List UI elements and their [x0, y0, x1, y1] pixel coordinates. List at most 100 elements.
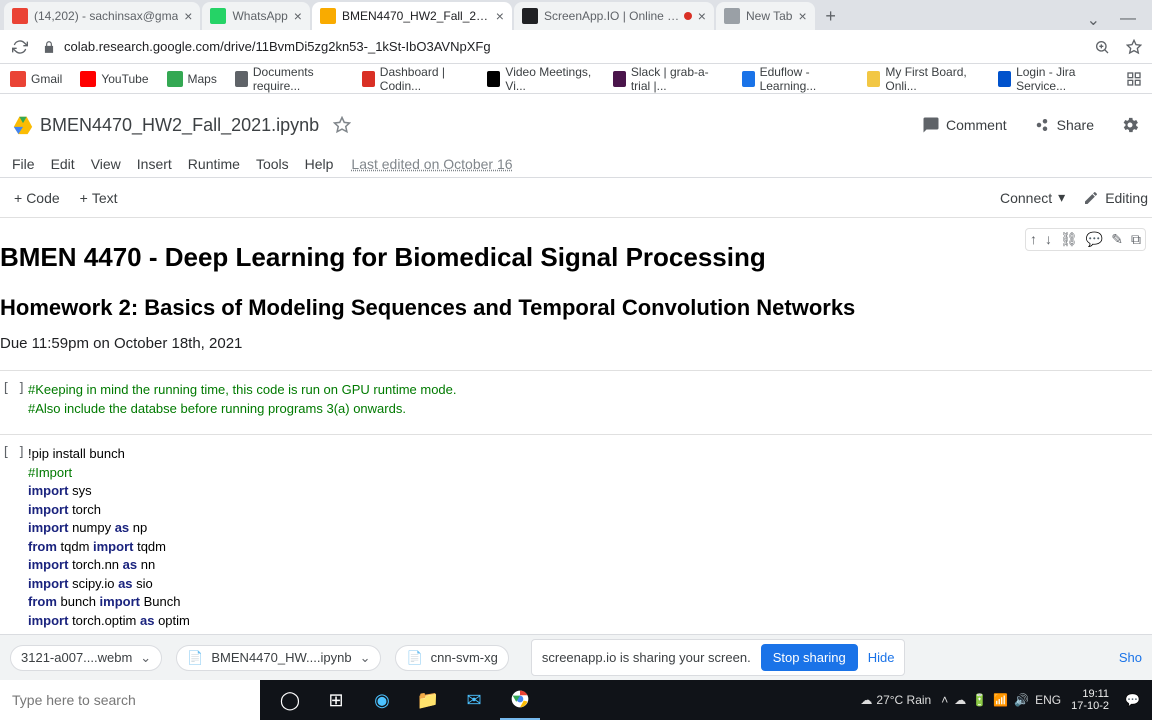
chevron-down-icon[interactable]: ⌄ [360, 650, 371, 666]
menu-tools[interactable]: Tools [248, 154, 297, 174]
menu-help[interactable]: Help [297, 154, 342, 174]
code-body[interactable]: #Keeping in mind the running time, this … [28, 381, 457, 418]
chevron-down-icon[interactable]: ⌄ [1087, 10, 1100, 30]
mail-icon[interactable]: ✉ [454, 680, 494, 720]
code-line: !pip install bunch [28, 446, 125, 461]
edge-icon[interactable]: ◉ [362, 680, 402, 720]
notebook-title[interactable]: BMEN4470_HW2_Fall_2021.ipynb [40, 115, 319, 136]
show-all-button[interactable]: Sho [1119, 650, 1142, 665]
reading-list-icon[interactable] [1126, 71, 1142, 87]
bookmark-board[interactable]: My First Board, Onli... [867, 65, 980, 93]
bookmark-label: Dashboard | Codin... [380, 65, 470, 93]
chevron-down-icon[interactable]: ⌄ [140, 650, 151, 666]
download-item[interactable]: 📄BMEN4470_HW....ipynb⌄ [176, 645, 381, 671]
windows-taskbar: Type here to search ◯ ⊞ ◉ 📁 ✉ ☁27°C Rain… [0, 680, 1152, 720]
minimize-icon[interactable]: — [1120, 10, 1136, 30]
cell-gutter[interactable]: [ ] [0, 381, 28, 418]
browser-tab[interactable]: ScreenApp.IO | Online Scree × [514, 2, 714, 30]
bookmark-label: Maps [188, 72, 217, 86]
lock-icon[interactable] [42, 40, 56, 54]
move-down-icon[interactable]: ↓ [1045, 231, 1052, 248]
notifications-icon[interactable]: 💬 [1119, 693, 1146, 707]
volume-icon[interactable]: 🔊 [1014, 693, 1029, 707]
menu-view[interactable]: View [83, 154, 129, 174]
comment-button[interactable]: Comment [922, 116, 1007, 134]
bookmark-label: Login - Jira Service... [1016, 65, 1108, 93]
address-input[interactable] [64, 39, 1094, 54]
bookmark-youtube[interactable]: YouTube [80, 71, 148, 87]
bookmark-dashboard[interactable]: Dashboard | Codin... [362, 65, 470, 93]
close-icon[interactable]: × [184, 8, 192, 24]
browser-tab[interactable]: New Tab × [716, 2, 815, 30]
add-text-button[interactable]: +Text [70, 186, 128, 210]
connect-button[interactable]: Connect ▾ [994, 185, 1071, 210]
code-cell[interactable]: [ ] !pip install bunch #Import import sy… [0, 435, 1152, 659]
last-edit-status[interactable]: Last edited on October 16 [351, 156, 512, 172]
browser-tab[interactable]: WhatsApp × [202, 2, 310, 30]
edit-icon[interactable]: ✎ [1111, 231, 1123, 248]
code-body[interactable]: !pip install bunch #Import import sys im… [28, 445, 216, 649]
download-item[interactable]: 📄cnn-svm-xg [395, 645, 508, 671]
bookmark-slack[interactable]: Slack | grab-a-trial |... [613, 65, 724, 93]
tab-favicon [320, 8, 336, 24]
link-icon[interactable]: ⛓ [1060, 231, 1078, 248]
taskbar-search[interactable]: Type here to search [0, 680, 260, 720]
menu-runtime[interactable]: Runtime [180, 154, 248, 174]
notebook-toolbar: +Code +Text Connect ▾ Editing [0, 178, 1152, 218]
new-tab-button[interactable]: + [817, 2, 845, 30]
cell-gutter[interactable]: [ ] [0, 445, 28, 649]
code-cell[interactable]: [ ] #Keeping in mind the running time, t… [0, 371, 1152, 428]
comment-icon[interactable]: 💬 [1086, 231, 1103, 248]
close-icon[interactable]: × [496, 8, 504, 24]
browser-tab-active[interactable]: BMEN4470_HW2_Fall_2021.ipynb × [312, 2, 512, 30]
move-up-icon[interactable]: ↑ [1030, 231, 1037, 248]
bookmark-documents[interactable]: Documents require... [235, 65, 344, 93]
menu-edit[interactable]: Edit [43, 154, 83, 174]
plus-icon: + [80, 190, 88, 206]
zoom-icon[interactable] [1094, 39, 1110, 55]
close-icon[interactable]: × [698, 8, 706, 24]
tray-icons[interactable]: ˄ ☁ 🔋 📶 🔊 ENG [941, 693, 1061, 707]
chrome-icon[interactable] [500, 680, 540, 720]
star-icon[interactable] [333, 116, 351, 134]
bookmark-eduflow[interactable]: Eduflow - Learning... [742, 65, 850, 93]
language-indicator[interactable]: ENG [1035, 693, 1061, 707]
task-view-icon[interactable]: ⊞ [316, 680, 356, 720]
share-banner-text: screenapp.io is sharing your screen. [542, 650, 751, 665]
add-code-button[interactable]: +Code [4, 186, 70, 210]
wifi-icon[interactable]: 📶 [993, 693, 1008, 707]
bookmark-gmail[interactable]: Gmail [10, 71, 62, 87]
explorer-icon[interactable]: 📁 [408, 680, 448, 720]
browser-tab-strip: (14,202) - sachinsax@gma × WhatsApp × BM… [0, 0, 1152, 30]
menu-insert[interactable]: Insert [129, 154, 180, 174]
bookmark-label: My First Board, Onli... [885, 65, 980, 93]
taskbar-clock[interactable]: 19:11 17-10-2 [1071, 688, 1109, 712]
menu-file[interactable]: File [4, 154, 43, 174]
editing-button[interactable]: Editing [1083, 190, 1148, 206]
cortana-icon[interactable]: ◯ [270, 680, 310, 720]
download-item[interactable]: 3121-a007....webm⌄ [10, 645, 162, 671]
notebook-heading-1: BMEN 4470 - Deep Learning for Biomedical… [0, 242, 1152, 273]
mirror-icon[interactable]: ⧉ [1131, 231, 1141, 248]
onedrive-icon[interactable]: ☁ [954, 693, 966, 707]
bookmark-maps[interactable]: Maps [167, 71, 217, 87]
battery-icon[interactable]: 🔋 [972, 693, 987, 707]
share-button[interactable]: Share [1033, 116, 1094, 134]
share-label: Share [1057, 117, 1094, 133]
star-icon[interactable] [1126, 39, 1142, 55]
notebook-area[interactable]: ↑ ↓ ⛓ 💬 ✎ ⧉ BMEN 4470 - Deep Learning fo… [0, 218, 1152, 668]
bookmark-jira[interactable]: Login - Jira Service... [998, 65, 1108, 93]
bookmark-video[interactable]: Video Meetings, Vi... [487, 65, 594, 93]
reload-icon[interactable] [10, 37, 30, 57]
comment-label: Comment [946, 117, 1007, 133]
browser-tab[interactable]: (14,202) - sachinsax@gma × [4, 2, 200, 30]
hide-button[interactable]: Hide [868, 650, 895, 665]
youtube-icon [80, 71, 96, 87]
stop-sharing-button[interactable]: Stop sharing [761, 644, 858, 671]
tab-title: New Tab [746, 9, 792, 23]
chevron-up-icon[interactable]: ˄ [941, 693, 948, 707]
gear-icon[interactable] [1120, 115, 1140, 135]
weather-widget[interactable]: ☁27°C Rain [860, 693, 931, 707]
close-icon[interactable]: × [798, 8, 806, 24]
close-icon[interactable]: × [294, 8, 302, 24]
